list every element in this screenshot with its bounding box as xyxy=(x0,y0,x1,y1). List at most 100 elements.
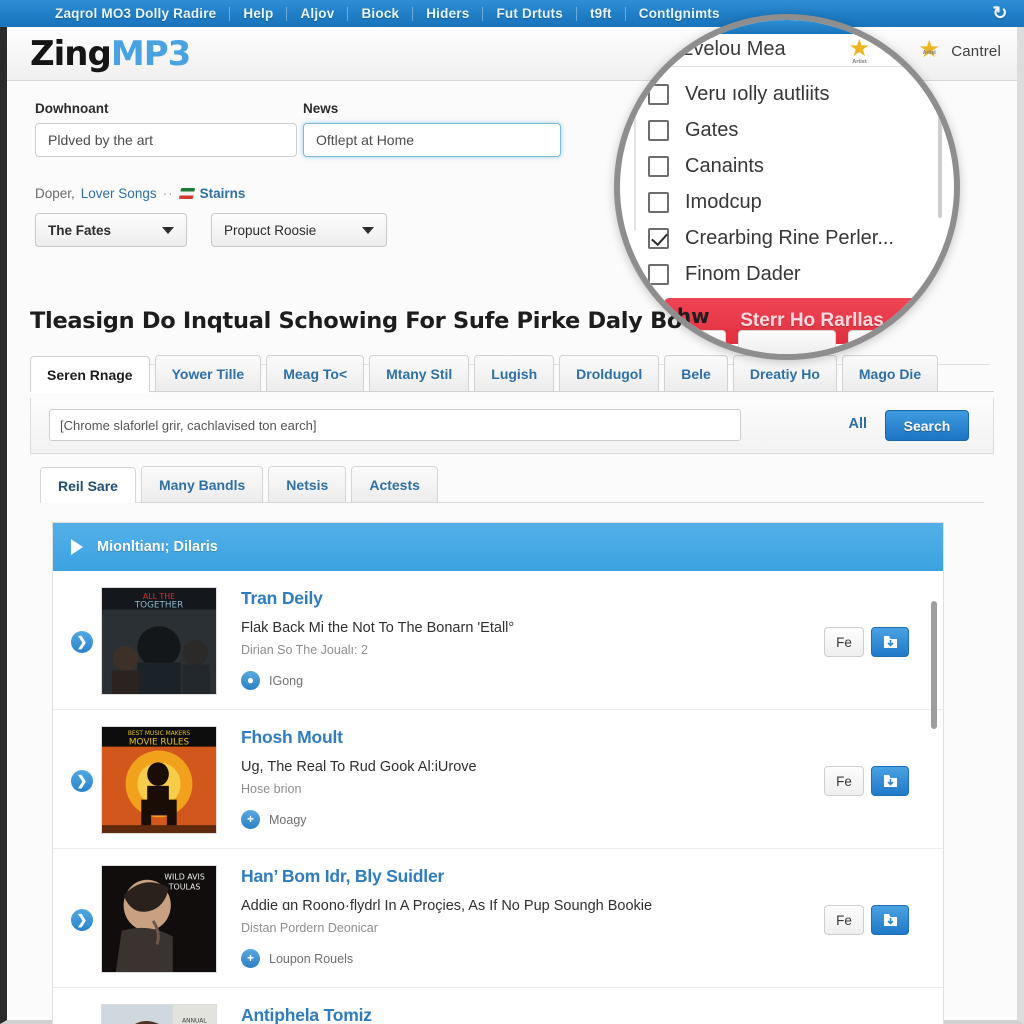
all-link[interactable]: All xyxy=(848,416,867,432)
svg-text:TOGETHER: TOGETHER xyxy=(134,601,184,611)
fe-button[interactable]: Fe xyxy=(824,627,864,657)
magnifier-bottom-text: Banchw xyxy=(622,304,710,328)
svg-text:TOULAS: TOULAS xyxy=(168,883,201,892)
subtab-reil-sare[interactable]: Reil Sare xyxy=(40,467,136,503)
chevron-right-icon[interactable]: ❯ xyxy=(71,909,93,931)
tab-lugish[interactable]: Lugish xyxy=(474,355,555,391)
row-body: Antiphela Tomiz xyxy=(217,1002,869,1024)
star-icon: ★ Artist xyxy=(848,34,870,65)
row-body: Han’ Bom Idr, Bly Suidler Addie ɑn Roono… xyxy=(217,863,824,968)
nav-item-zagrol[interactable]: Zaqrol MO3 Dolly Radire xyxy=(42,6,229,21)
checkbox-icon[interactable] xyxy=(648,191,669,213)
download-input[interactable] xyxy=(35,123,297,157)
table-row[interactable]: ❯ ANNUAL PHAR DAYS Antiphela Tomiz xyxy=(53,988,943,1024)
album-thumbnail: WILD AVIS TOULAS xyxy=(101,865,217,973)
tab-yower-tille[interactable]: Yower Tille xyxy=(154,355,262,391)
row-tag: + Moagy xyxy=(241,810,824,829)
select-propuct-roosie[interactable]: Propuct Roosie xyxy=(211,213,387,247)
tab-meag-to[interactable]: Meag To˂ xyxy=(266,355,365,391)
nav-item-aljov[interactable]: Aljov xyxy=(287,6,347,21)
download-icon[interactable] xyxy=(871,627,909,657)
checkbox-label: Canaints xyxy=(685,154,764,177)
table-row[interactable]: ❯ ALL THE TOGETHER Tran Deily Flak Back … xyxy=(53,571,943,710)
search-input[interactable] xyxy=(49,409,741,441)
secondary-tab-strip: Reil Sare Many Bandls Netsis Actests xyxy=(40,466,984,503)
nav-item-fut-drtuts[interactable]: Fut Drtuts xyxy=(483,6,576,21)
checkbox-row-gates[interactable]: Gates xyxy=(648,112,936,148)
globe-icon: ● xyxy=(241,671,260,690)
results-scrollbar[interactable] xyxy=(931,601,937,729)
download-icon[interactable] xyxy=(871,905,909,935)
fe-button[interactable]: Fe xyxy=(824,766,864,796)
tab-seren-rnage[interactable]: Seren Rnage xyxy=(30,356,150,392)
checkbox-icon[interactable] xyxy=(648,155,669,177)
nav-item-help[interactable]: Help xyxy=(230,6,286,21)
row-tag: + Loupon Rouels xyxy=(241,949,824,968)
row-description: Ug, The Real To Rud Gook Al:iUrove xyxy=(241,759,477,775)
select-the-fates-value: The Fates xyxy=(48,222,112,238)
checkbox-label: Crearbing Rine Perler... xyxy=(685,226,894,249)
site-logo[interactable]: ZingMP3 xyxy=(30,34,191,74)
checkbox-row-finom[interactable]: Finom Dader xyxy=(648,256,936,292)
checkbox-label: Gates xyxy=(685,118,739,141)
subtab-many-bandls[interactable]: Many Bandls xyxy=(140,466,264,502)
checkbox-row-crearbing[interactable]: Crearbing Rine Perler... xyxy=(648,220,936,256)
magnifier-tab-stub xyxy=(848,330,946,354)
svg-text:ALL THE: ALL THE xyxy=(143,592,175,601)
row-title[interactable]: Fhosh Moult xyxy=(241,727,824,748)
tab-dreatiy-ho[interactable]: Dreatiy Ho xyxy=(732,355,837,391)
refresh-icon[interactable]: ↻ xyxy=(990,3,1010,23)
checkbox-icon[interactable] xyxy=(648,119,669,141)
select-row: The Fates Propuct Roosie xyxy=(35,213,387,247)
fe-button[interactable]: Fe xyxy=(824,905,864,935)
checkbox-icon[interactable] xyxy=(648,83,669,105)
album-thumbnail: ALL THE TOGETHER xyxy=(101,587,217,695)
svg-text:WILD AVIS: WILD AVIS xyxy=(164,873,205,882)
magnifier-headline: Evelou Mea xyxy=(680,38,786,60)
row-tag-label: Loupon Rouels xyxy=(269,951,354,966)
row-title[interactable]: Antiphela Tomiz xyxy=(241,1005,869,1024)
table-row[interactable]: ❯ BEST MUSIC MAKERS MOVIE RULES Fhosh Mo… xyxy=(53,710,943,849)
magnifier-overlay: Evelou Mea ★ Artist Cantrel Veru ıolly au… xyxy=(614,14,960,360)
checkbox-checked-icon[interactable] xyxy=(648,227,669,249)
row-body: Fhosh Moult Ug, The Real To Rud Gook Al:… xyxy=(217,724,824,829)
checkbox-row-veru[interactable]: Veru ıolly autliits xyxy=(648,76,936,112)
row-title[interactable]: Han’ Bom Idr, Bly Suidler xyxy=(241,866,824,887)
select-propuct-roosie-value: Propuct Roosie xyxy=(224,222,317,238)
select-the-fates[interactable]: The Fates xyxy=(35,213,187,247)
nav-item-biock[interactable]: Biock xyxy=(348,6,412,21)
primary-tab-strip: Seren Rnage Yower Tille Meag To˂ Mtany S… xyxy=(30,355,994,392)
chevron-right-icon[interactable]: ❯ xyxy=(71,631,93,653)
subtab-netsis[interactable]: Netsis xyxy=(268,466,347,502)
checkbox-row-canaints[interactable]: Canaints xyxy=(648,148,936,184)
meta-link-lover-songs[interactable]: Lover Songs xyxy=(81,186,157,201)
search-button[interactable]: Search xyxy=(885,410,969,441)
magnifier-scrollbar[interactable] xyxy=(938,106,942,218)
tab-mago-die[interactable]: Mago Die xyxy=(841,355,939,391)
checkbox-row-imodcup[interactable]: Imodcup xyxy=(648,184,936,220)
tab-mtany-stil[interactable]: Mtany Stil xyxy=(369,355,470,391)
tab-bele[interactable]: Bele xyxy=(664,355,728,391)
row-title[interactable]: Tran Deily xyxy=(241,588,824,609)
play-icon[interactable] xyxy=(71,539,83,555)
nav-item-contlgnimts[interactable]: Contlgnimts xyxy=(626,6,733,21)
chevron-right-icon[interactable]: ❯ xyxy=(71,770,93,792)
magnifier-left-rule xyxy=(634,100,636,230)
magnifier-tab-stubs xyxy=(628,330,946,354)
results-header: Mionltianı; Dilaris xyxy=(53,523,943,571)
chevron-down-icon xyxy=(162,226,174,234)
download-icon[interactable] xyxy=(871,766,909,796)
subtab-actests[interactable]: Actests xyxy=(351,466,438,502)
row-actions: Fe xyxy=(824,905,909,935)
meta-link-stairns[interactable]: Stairns xyxy=(200,186,246,201)
news-label: News xyxy=(303,101,339,116)
nav-item-t9ft[interactable]: t9ft xyxy=(577,6,625,21)
table-row[interactable]: ❯ WILD AVIS TOULAS Han’ Bom Idr, Bly Sui… xyxy=(53,849,943,988)
news-input[interactable] xyxy=(303,123,561,157)
checkbox-icon[interactable] xyxy=(648,263,669,285)
plus-icon: + xyxy=(241,810,260,829)
tab-droldugol[interactable]: Droldugol xyxy=(559,355,660,391)
nav-item-hiders[interactable]: Hiders xyxy=(413,6,482,21)
magnifier-divider xyxy=(620,66,954,67)
magnifier-content: Evelou Mea ★ Artist Cantrel Veru ıolly au… xyxy=(620,20,954,354)
